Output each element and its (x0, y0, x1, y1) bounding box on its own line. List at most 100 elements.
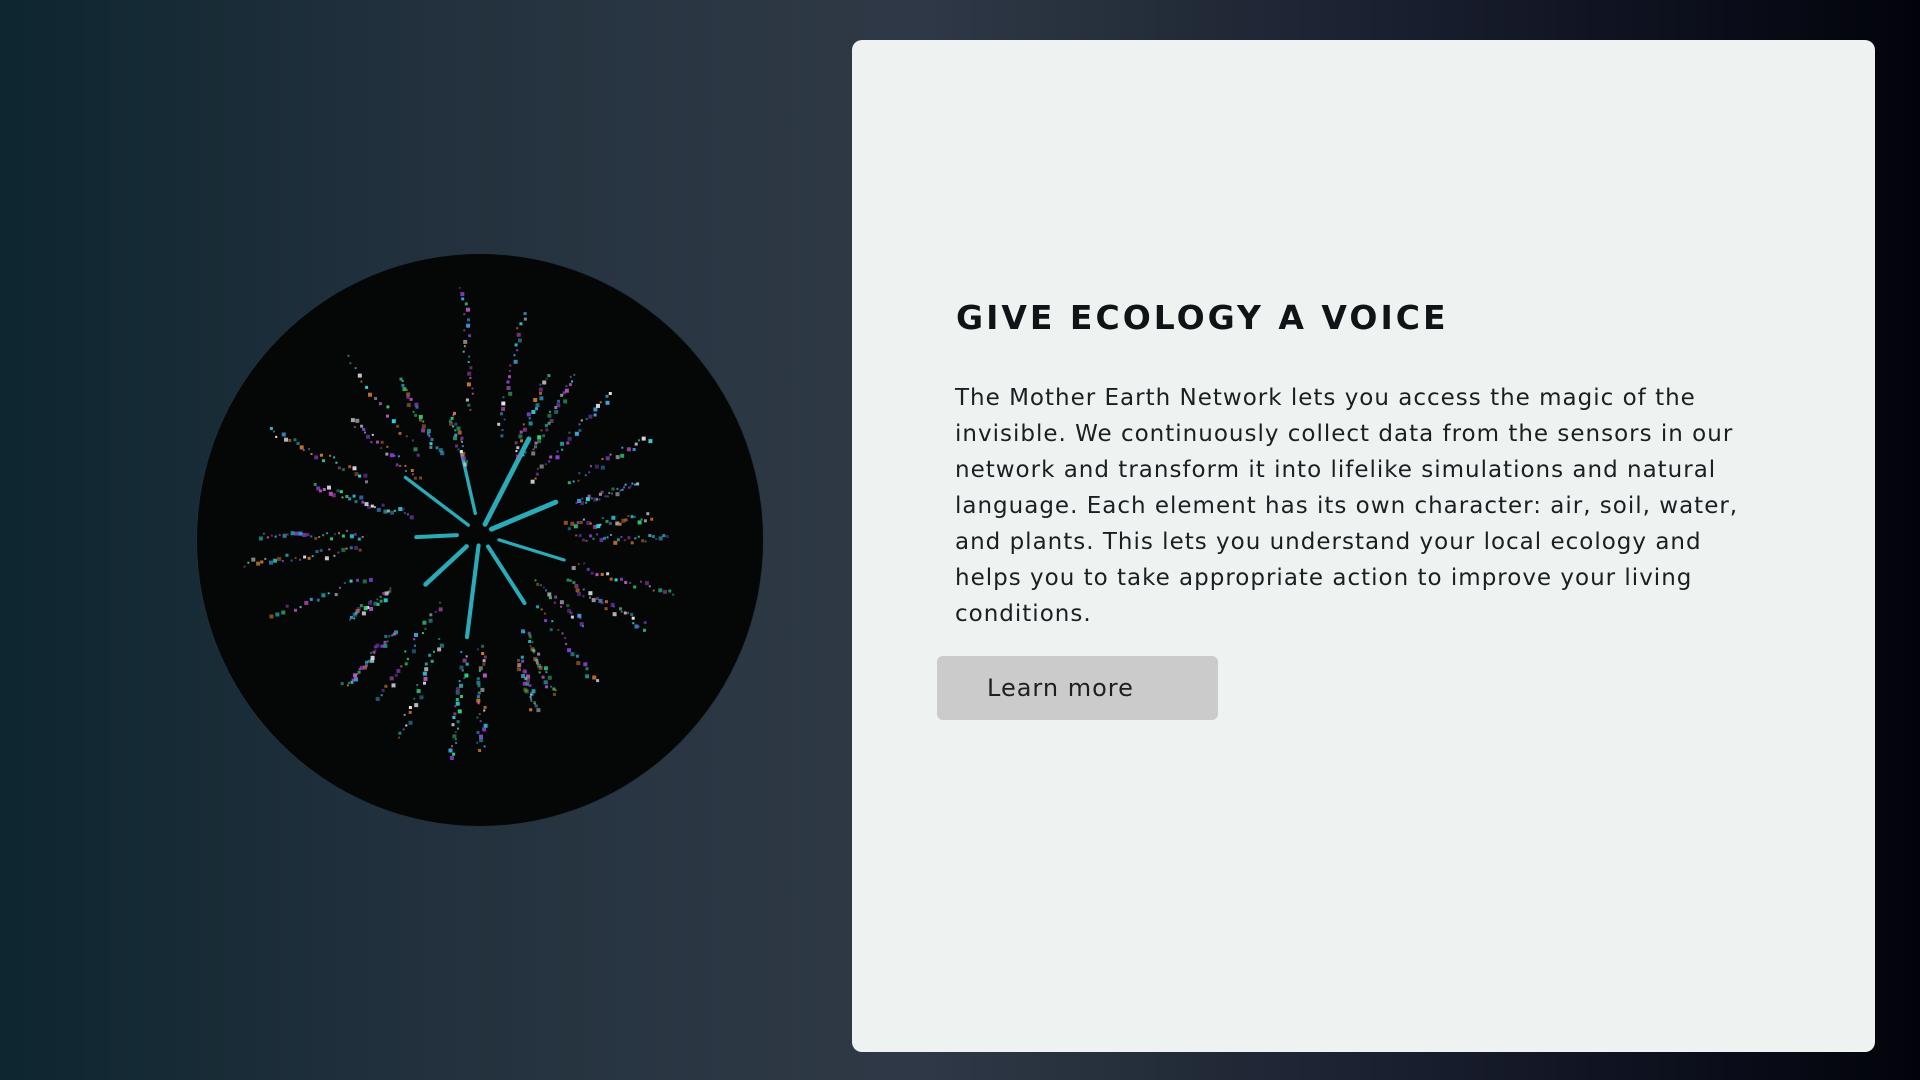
particle (557, 399, 560, 403)
particle (349, 579, 353, 583)
particle (589, 534, 593, 538)
particle (559, 600, 564, 605)
particle (479, 738, 484, 743)
particle (378, 402, 382, 406)
particle (634, 483, 637, 486)
particle (434, 610, 437, 613)
particle (438, 601, 441, 604)
particle (595, 573, 599, 577)
particle (481, 644, 485, 648)
particle (294, 608, 297, 612)
particle (457, 430, 462, 435)
particle (632, 622, 635, 625)
particle (460, 695, 463, 698)
core-ray (464, 543, 481, 640)
particle (590, 571, 594, 575)
particle (604, 600, 608, 604)
particle (483, 745, 486, 748)
particle (534, 579, 537, 582)
particle (350, 680, 354, 684)
particle (294, 556, 297, 559)
particle (572, 581, 576, 585)
particle (461, 297, 465, 301)
particle (643, 628, 646, 632)
particle (366, 434, 370, 439)
particle (421, 424, 426, 429)
particle (411, 649, 416, 654)
particle (652, 589, 655, 592)
particle (353, 426, 356, 429)
particle (462, 658, 467, 663)
particle (526, 412, 531, 417)
particle (390, 510, 395, 515)
particle (648, 534, 652, 537)
particle (644, 540, 647, 543)
particle (528, 417, 531, 420)
particle (311, 555, 314, 558)
particle (524, 670, 527, 673)
particle (438, 448, 443, 453)
particle (514, 343, 518, 347)
particle (619, 489, 622, 492)
particle (476, 716, 479, 719)
particle (414, 703, 419, 708)
particle (623, 486, 626, 489)
particle (359, 604, 363, 608)
particle (567, 648, 572, 653)
particle (570, 652, 575, 657)
particle (534, 441, 538, 445)
particle (560, 605, 563, 608)
particle (555, 455, 560, 460)
particle (382, 591, 386, 595)
particle (537, 435, 542, 440)
particle (520, 439, 524, 443)
particle (547, 374, 551, 378)
particle (459, 665, 464, 670)
particle (632, 448, 636, 451)
particle (360, 424, 364, 428)
particle (592, 675, 597, 680)
particle (574, 431, 579, 436)
particle (275, 612, 280, 617)
particle (544, 619, 548, 623)
particle (281, 610, 286, 615)
particle (650, 517, 654, 521)
particle (455, 742, 458, 744)
particle (601, 458, 604, 460)
particle (409, 515, 414, 520)
particle (454, 705, 457, 708)
particle (329, 454, 332, 457)
particle (651, 535, 655, 539)
particle (362, 427, 366, 431)
particle (477, 684, 481, 688)
particle (413, 447, 418, 452)
particle (554, 595, 558, 599)
particle (402, 728, 405, 731)
particle (299, 606, 302, 609)
particle (641, 436, 646, 441)
particle (546, 682, 549, 684)
particle (466, 307, 470, 312)
particle (577, 563, 580, 566)
learn-more-button[interactable]: Learn more (937, 656, 1218, 720)
particle (583, 662, 588, 667)
particle (476, 698, 481, 703)
particle (360, 380, 363, 383)
particle (349, 534, 354, 539)
particle (528, 421, 533, 426)
particle (591, 598, 596, 603)
particle (595, 597, 599, 600)
particle (578, 534, 582, 538)
particle (529, 708, 533, 712)
particle (270, 534, 273, 537)
particle (359, 495, 364, 500)
particle (640, 518, 643, 521)
particle (402, 387, 407, 392)
particle (630, 541, 634, 545)
particle (350, 418, 355, 423)
particle (575, 654, 579, 658)
particle (530, 479, 535, 484)
particle (273, 430, 275, 433)
particle (624, 518, 628, 522)
particle (413, 697, 416, 700)
